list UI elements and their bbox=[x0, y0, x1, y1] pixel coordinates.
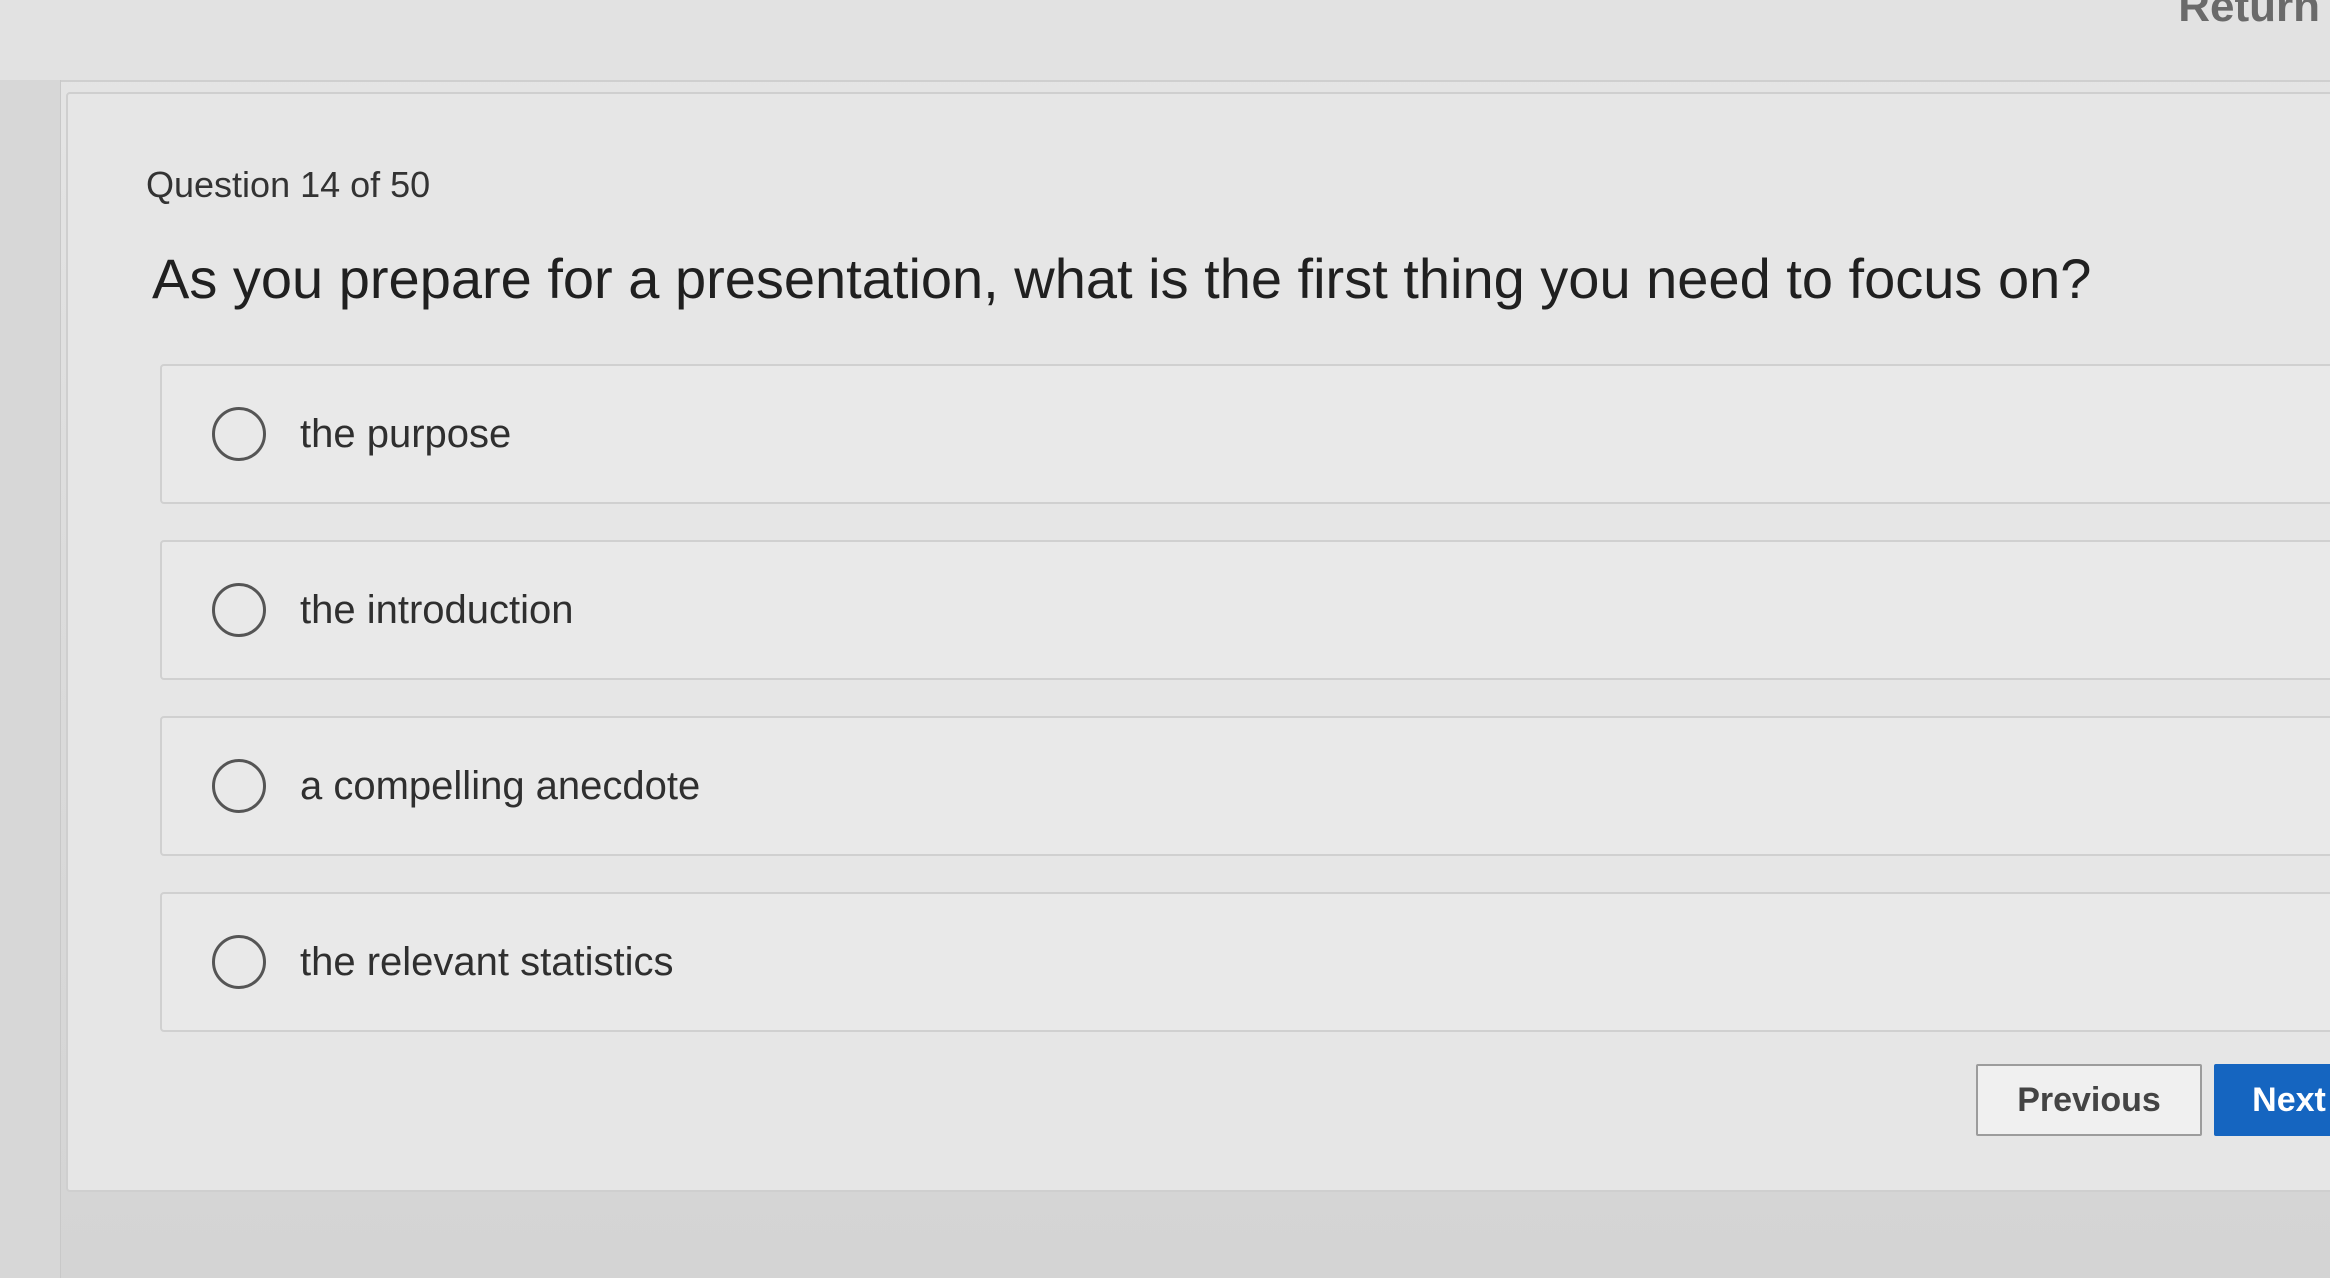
answer-option[interactable]: a compelling anecdote bbox=[160, 716, 2330, 856]
top-bar: Return bbox=[0, 0, 2330, 82]
question-counter: Question 14 of 50 bbox=[146, 164, 431, 205]
next-button[interactable]: Next bbox=[2214, 1064, 2330, 1136]
radio-button-icon[interactable] bbox=[212, 935, 266, 989]
radio-button-icon[interactable] bbox=[212, 759, 266, 813]
screen: Return Question 14 of 50 As you prepare … bbox=[0, 0, 2330, 1278]
radio-button-icon[interactable] bbox=[212, 583, 266, 637]
answer-option[interactable]: the relevant statistics bbox=[160, 892, 2330, 1032]
radio-button-icon[interactable] bbox=[212, 407, 266, 461]
question-card: Question 14 of 50 As you prepare for a p… bbox=[66, 92, 2330, 1192]
answer-option[interactable]: the introduction bbox=[160, 540, 2330, 680]
previous-button[interactable]: Previous bbox=[1976, 1064, 2202, 1136]
return-link[interactable]: Return bbox=[2178, 0, 2320, 32]
answer-options: the purpose the introduction a compellin… bbox=[160, 364, 2330, 1068]
navigation-buttons: Previous Next bbox=[1976, 1064, 2330, 1136]
answer-option-label: the introduction bbox=[300, 587, 574, 632]
answer-option-label: the purpose bbox=[300, 411, 512, 456]
answer-option-label: the relevant statistics bbox=[300, 939, 674, 984]
left-panel-edge bbox=[0, 80, 61, 1278]
answer-option[interactable]: the purpose bbox=[160, 364, 2330, 504]
question-text: As you prepare for a presentation, what … bbox=[152, 247, 2092, 310]
answer-option-label: a compelling anecdote bbox=[300, 763, 701, 808]
